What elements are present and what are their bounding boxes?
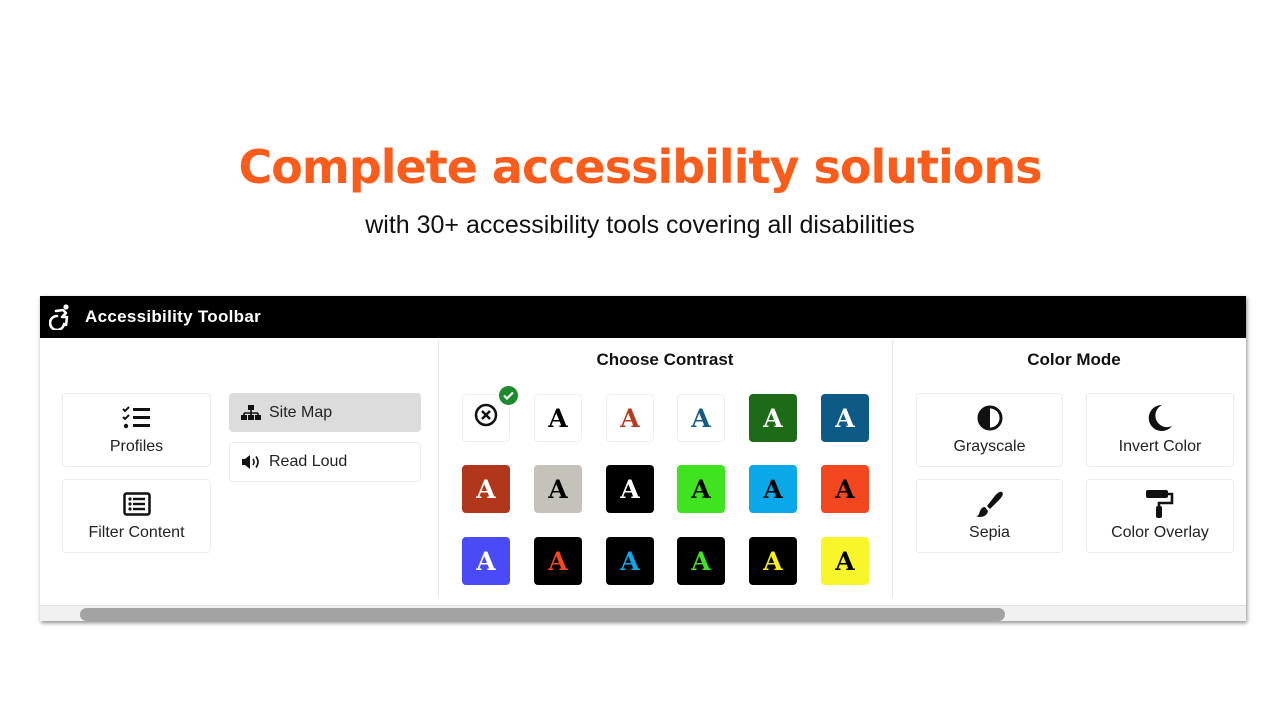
- profiles-button[interactable]: Profiles: [62, 393, 211, 467]
- color-overlay-label: Color Overlay: [1111, 524, 1209, 541]
- hero-title: Complete accessibility solutions: [238, 140, 1043, 194]
- reset-x-icon: [474, 403, 498, 433]
- contrast-swatch[interactable]: A: [677, 465, 725, 513]
- sepia-button[interactable]: Sepia: [916, 479, 1063, 553]
- contrast-swatch[interactable]: A: [606, 537, 654, 585]
- swatch-letter: A: [620, 546, 640, 576]
- swatch-letter: A: [620, 403, 640, 433]
- sitemap-icon: [241, 404, 261, 421]
- swatch-letter: A: [691, 403, 711, 433]
- site-map-button[interactable]: Site Map: [229, 393, 421, 432]
- swatch-letter: A: [620, 474, 640, 504]
- read-loud-label: Read Loud: [269, 453, 348, 470]
- volume-icon: [241, 454, 261, 470]
- contrast-swatch[interactable]: A: [821, 537, 869, 585]
- swatch-letter: A: [476, 474, 496, 504]
- swatch-letter: A: [548, 546, 568, 576]
- swatch-letter: A: [835, 474, 855, 504]
- profiles-label: Profiles: [109, 438, 164, 455]
- contrast-reset-swatch[interactable]: [462, 386, 518, 442]
- contrast-title: Choose Contrast: [596, 350, 734, 369]
- swatch-letter: A: [548, 403, 568, 433]
- contrast-swatch[interactable]: A: [821, 465, 869, 513]
- site-map-label: Site Map: [269, 403, 333, 421]
- accessible-icon: [48, 304, 74, 330]
- invert-color-label: Invert Color: [1118, 438, 1202, 455]
- swatch-letter: A: [476, 546, 496, 576]
- half-circle-contrast-icon: [977, 404, 1003, 432]
- contrast-swatch[interactable]: A: [606, 465, 654, 513]
- swatch-letter: A: [835, 546, 855, 576]
- swatch-letter: A: [691, 546, 711, 576]
- sepia-label: Sepia: [969, 524, 1010, 541]
- section-divider: [438, 340, 439, 598]
- contrast-swatch[interactable]: A: [749, 537, 797, 585]
- invert-color-button[interactable]: Invert Color: [1086, 393, 1234, 467]
- swatch-letter: A: [691, 474, 711, 504]
- color-mode-title: Color Mode: [1027, 350, 1121, 369]
- swatch-letter: A: [763, 474, 783, 504]
- contrast-swatch[interactable]: A: [462, 537, 510, 585]
- contrast-swatch[interactable]: A: [462, 465, 510, 513]
- checklist-icon: [121, 404, 152, 432]
- moon-icon: [1147, 404, 1173, 432]
- toolbar-body: Profiles Filter Content Site Map Read Lo…: [40, 338, 1246, 605]
- swatch-letter: A: [548, 474, 568, 504]
- toolbar-title: Accessibility Toolbar: [85, 307, 262, 326]
- contrast-swatch[interactable]: A: [534, 465, 582, 513]
- contrast-swatch[interactable]: A: [821, 394, 869, 442]
- horizontal-scrollbar[interactable]: [40, 605, 1246, 621]
- contrast-swatch[interactable]: A: [749, 465, 797, 513]
- toolbar-header: Accessibility Toolbar: [40, 296, 1246, 338]
- color-overlay-button[interactable]: Color Overlay: [1086, 479, 1234, 553]
- filter-content-button[interactable]: Filter Content: [62, 479, 211, 553]
- list-box-icon: [122, 490, 151, 518]
- contrast-swatch[interactable]: A: [606, 394, 654, 442]
- scrollbar-thumb[interactable]: [80, 608, 1005, 621]
- swatch-letter: A: [763, 403, 783, 433]
- grayscale-button[interactable]: Grayscale: [916, 393, 1063, 467]
- hero-subtitle: with 30+ accessibility tools covering al…: [365, 211, 915, 239]
- paintbrush-icon: [975, 490, 1004, 518]
- selected-check-icon: [499, 386, 518, 405]
- section-divider: [892, 340, 893, 598]
- swatch-letter: A: [835, 403, 855, 433]
- grayscale-label: Grayscale: [953, 438, 1026, 455]
- filter-content-label: Filter Content: [88, 524, 185, 541]
- accessibility-toolbar: Accessibility Toolbar Profiles Filter Co…: [40, 296, 1246, 621]
- paint-roller-icon: [1146, 490, 1174, 518]
- contrast-swatch[interactable]: A: [677, 537, 725, 585]
- contrast-swatch[interactable]: A: [534, 537, 582, 585]
- read-loud-button[interactable]: Read Loud: [229, 442, 421, 482]
- contrast-swatch[interactable]: A: [534, 394, 582, 442]
- contrast-swatch[interactable]: A: [677, 394, 725, 442]
- swatch-letter: A: [763, 546, 783, 576]
- contrast-swatch[interactable]: A: [749, 394, 797, 442]
